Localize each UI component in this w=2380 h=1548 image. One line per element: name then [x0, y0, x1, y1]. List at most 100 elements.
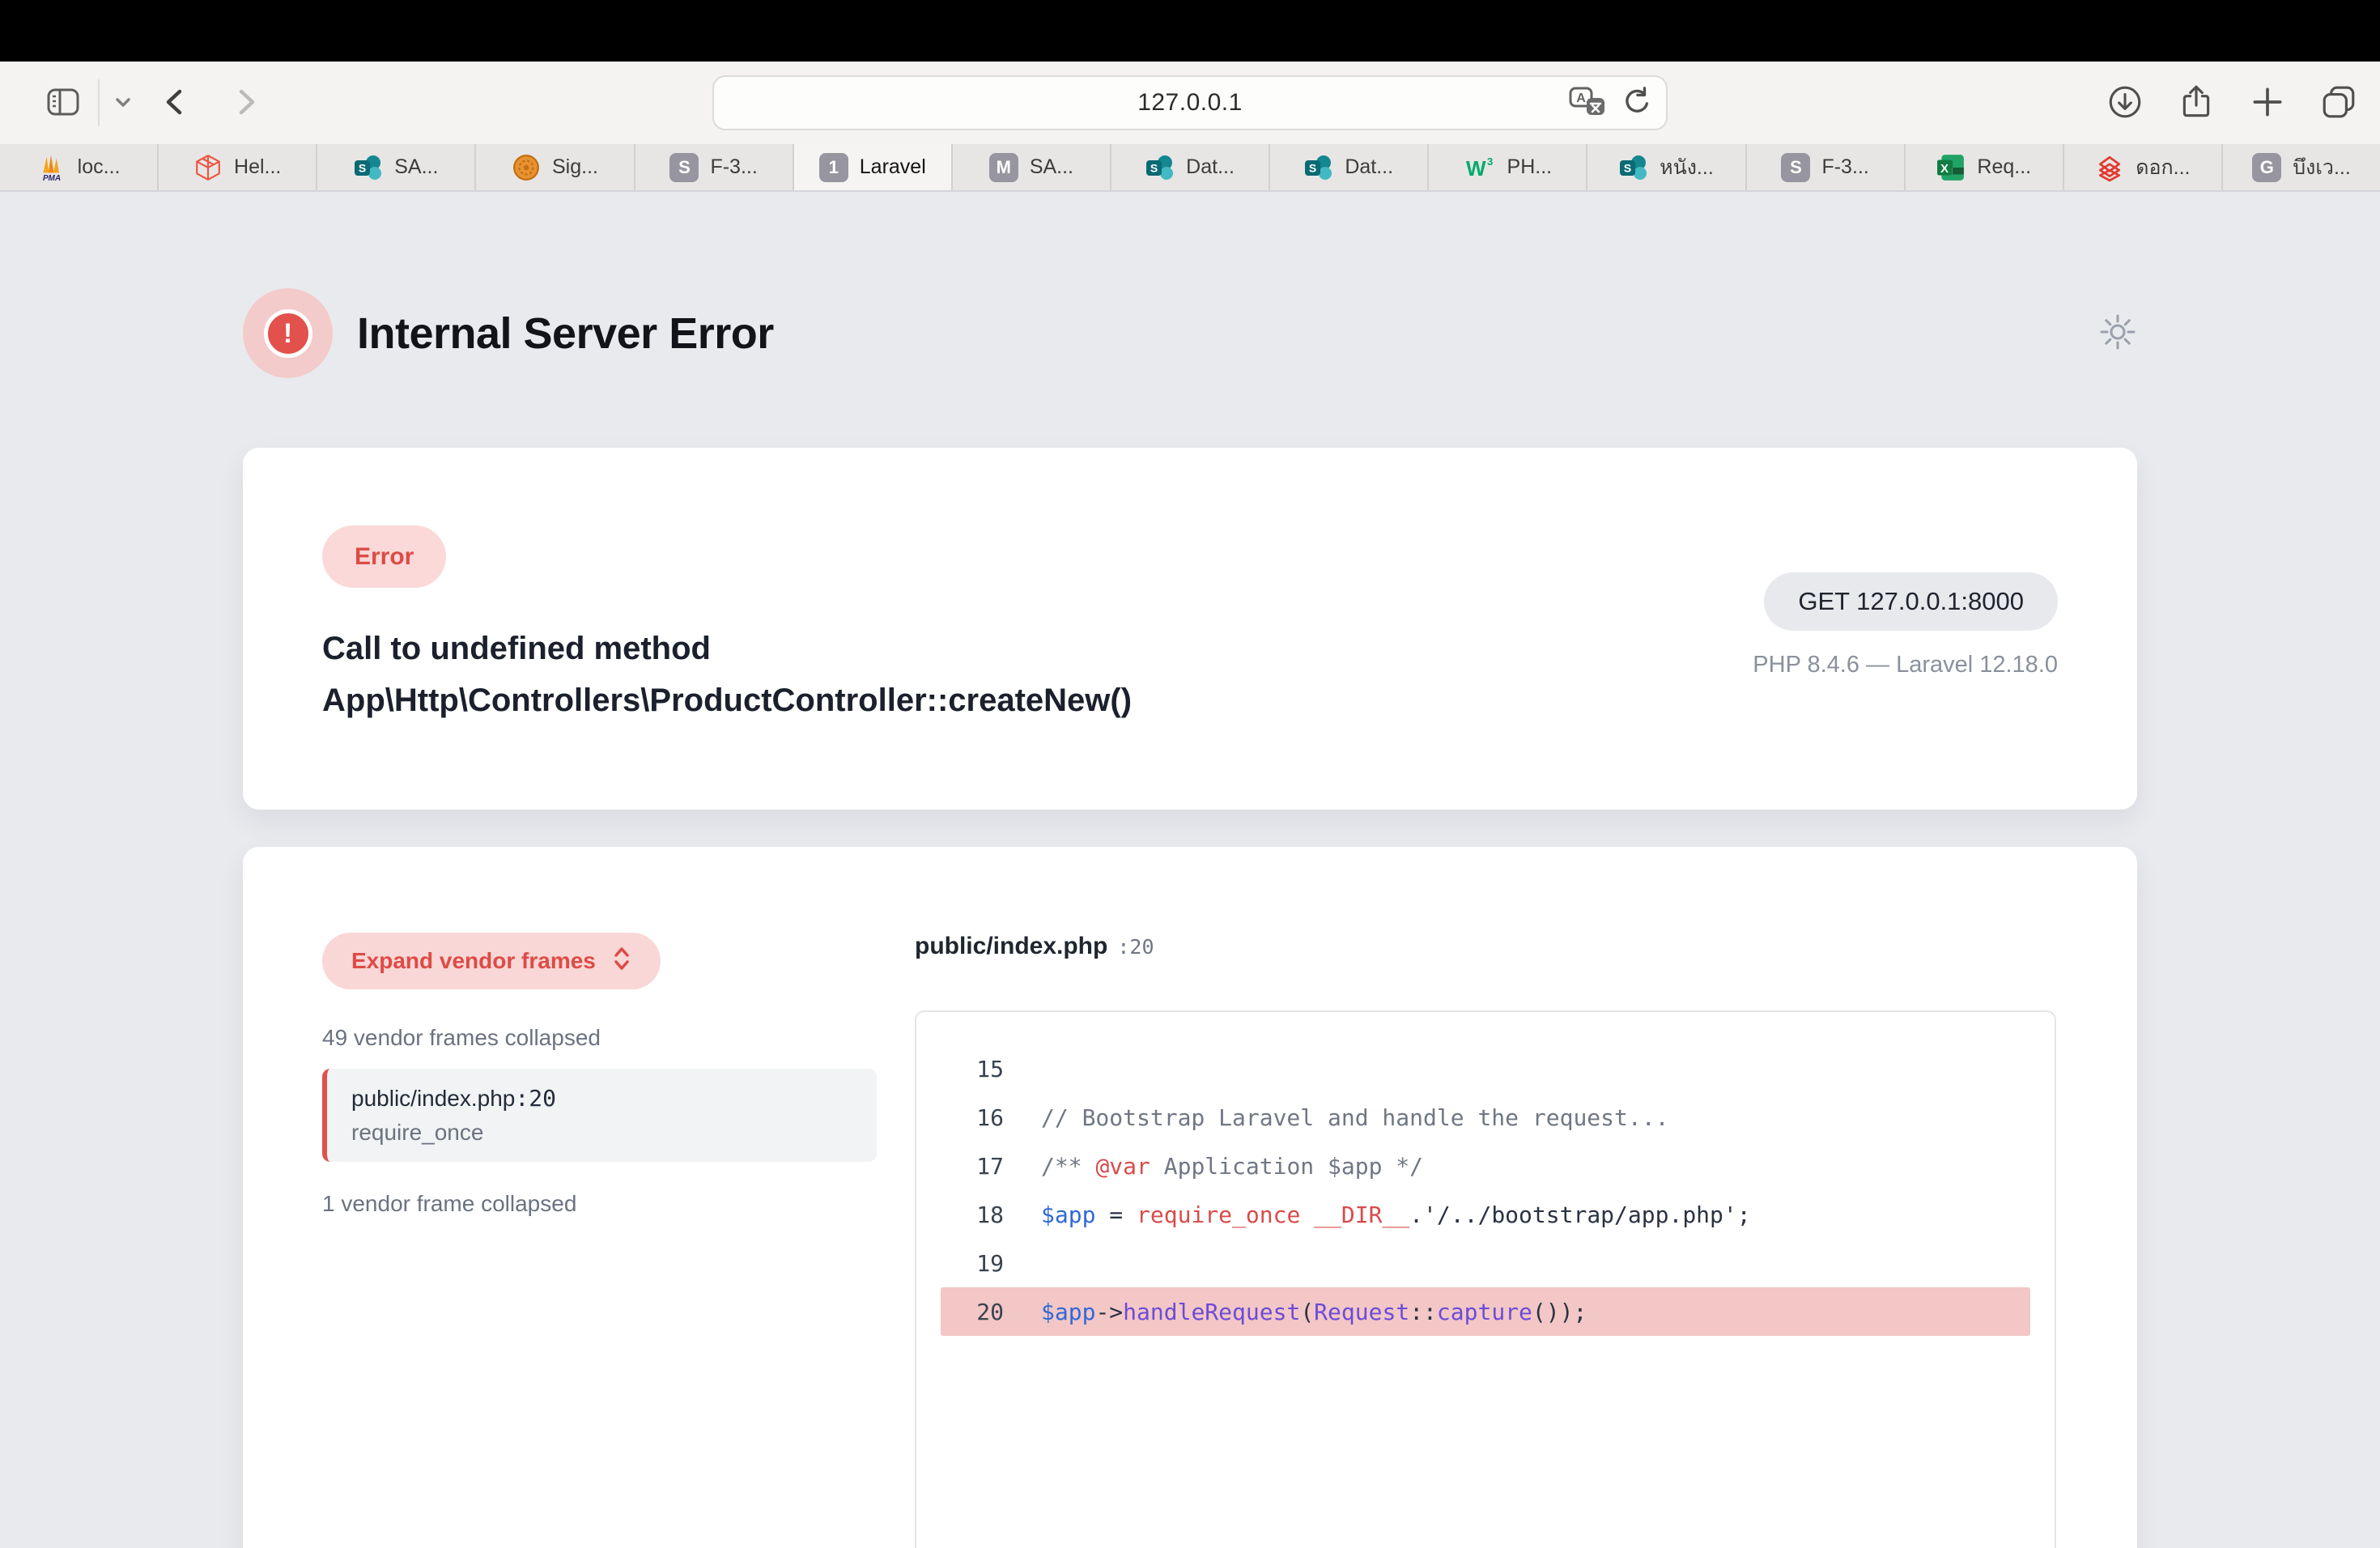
code-file-name: public/index.php	[915, 933, 1107, 959]
toolbar-right-group	[2106, 62, 2357, 144]
frame-line-number: :20	[515, 1085, 556, 1112]
tab-strip: PMA loc... Hel... S SA... Sig... S F-3... 1Larav…	[0, 144, 2380, 192]
request-meta: GET 127.0.0.1:8000 PHP 8.4.6 — Laravel 1…	[1753, 572, 2058, 810]
code-text: /** @var Application $app */	[1041, 1153, 1423, 1180]
tab-sa[interactable]: MSA...	[953, 144, 1111, 190]
forward-button[interactable]	[227, 84, 263, 122]
tab-label: Sig...	[552, 155, 598, 179]
svg-text:PMA: PMA	[43, 173, 61, 181]
tab-dat[interactable]: SDat...	[1111, 144, 1270, 190]
stack-frame-item[interactable]: public/index.php:20 require_once	[322, 1069, 877, 1162]
svg-text:S: S	[1150, 161, 1158, 174]
sun-icon	[2098, 313, 2137, 354]
url-text: 127.0.0.1	[1137, 89, 1243, 117]
tab-บึงเว[interactable]: Gบึงเว...	[2223, 144, 2380, 190]
tab-หนัง[interactable]: Sหนัง...	[1587, 144, 1746, 190]
tab-label: SA...	[1030, 155, 1073, 179]
tab-hel[interactable]: Hel...	[159, 144, 317, 190]
chevron-up-down-icon	[612, 945, 631, 978]
tab-loc[interactable]: PMA loc...	[0, 144, 159, 190]
tab-label: หนัง...	[1660, 151, 1714, 184]
sigma-icon	[512, 153, 541, 182]
tab-req[interactable]: X Req...	[1906, 144, 2064, 190]
tab-laravel[interactable]: 1Laravel	[794, 144, 953, 190]
sidebar-toggle-button[interactable]	[45, 83, 82, 123]
tab-ดอก[interactable]: ดอก...	[2064, 144, 2223, 190]
tab-overview-button[interactable]	[2320, 83, 2357, 123]
error-summary-card: Error Call to undefined method App\Http\…	[243, 448, 2137, 810]
tab-label: Dat...	[1345, 155, 1393, 179]
sharepoint-icon: S	[354, 153, 383, 182]
code-file-line: :20	[1117, 935, 1154, 959]
forward-icon	[227, 84, 263, 122]
svg-text:W: W	[1466, 156, 1486, 181]
tab-f3[interactable]: S F-3...	[635, 144, 794, 190]
share-button[interactable]	[2178, 83, 2215, 123]
expand-button-label: Expand vendor frames	[351, 948, 596, 974]
frame-file: public/index.php:20	[351, 1085, 852, 1112]
expand-vendor-frames-button[interactable]: Expand vendor frames	[322, 933, 661, 989]
line-number: 15	[941, 1056, 1004, 1082]
tab-label: Req...	[1977, 155, 2031, 179]
code-snippet-box: 15 16// Bootstrap Laravel and handle the …	[915, 1010, 2056, 1548]
vendor-frames-collapsed-above: 49 vendor frames collapsed	[322, 1025, 877, 1051]
tab-label: Laravel	[860, 155, 926, 179]
error-alert-icon: !	[243, 288, 333, 378]
error-page: ! Internal Server Error	[0, 192, 2380, 1548]
code-text: $app = require_once __DIR__.'/../bootstr…	[1041, 1201, 1751, 1228]
tab-label: Hel...	[234, 155, 281, 179]
browser-toolbar: 127.0.0.1 A	[0, 62, 2380, 144]
sidebar-menu-button[interactable]	[113, 91, 134, 115]
line-number: 18	[941, 1201, 1004, 1228]
tab-label: loc...	[78, 155, 121, 179]
chevron-down-icon	[113, 91, 134, 115]
downloads-button[interactable]	[2106, 83, 2144, 123]
tab-dat[interactable]: S Dat...	[1270, 144, 1429, 190]
new-tab-button[interactable]	[2249, 83, 2286, 123]
code-line-16: 16// Bootstrap Laravel and handle the re…	[941, 1093, 2030, 1142]
code-line-17: 17/** @var Application $app */	[941, 1142, 2030, 1190]
sidebar-icon	[45, 83, 82, 123]
svg-text:S: S	[359, 161, 366, 174]
exception-message-line2: App\Http\Controllers\ProductController::…	[322, 674, 1132, 726]
tab-sig[interactable]: Sig...	[476, 144, 635, 190]
nav-group	[45, 79, 263, 126]
tab-overview-icon	[2320, 83, 2357, 123]
line-number: 19	[941, 1250, 1004, 1277]
svg-text:3: 3	[1487, 155, 1493, 168]
tab-label: ดอก...	[2136, 151, 2190, 184]
theme-toggle-button[interactable]	[2098, 313, 2137, 354]
phpmyadmin-icon: PMA	[37, 153, 66, 182]
code-column: public/index.php :20 15 16// Bootstrap Lar…	[915, 933, 2056, 1548]
line-number: 20	[941, 1299, 1004, 1325]
code-file-header: public/index.php :20	[915, 933, 2056, 960]
tab-label: F-3...	[1821, 155, 1868, 179]
page-title: Internal Server Error	[357, 308, 774, 359]
tab-label: SA...	[394, 155, 438, 179]
tab-f3[interactable]: S F-3...	[1747, 144, 1906, 190]
exception-message-line1: Call to undefined method	[322, 623, 1132, 674]
line-number: 16	[941, 1104, 1004, 1131]
translate-button[interactable]: A	[1569, 86, 1606, 121]
tab-sa[interactable]: S SA...	[317, 144, 476, 190]
stack-trace-card: Expand vendor frames 49 vendor frames co…	[243, 847, 2137, 1548]
back-button[interactable]	[158, 84, 193, 122]
error-badge: Error	[322, 525, 446, 588]
code-text: $app->handleRequest(Request::capture());	[1041, 1299, 1587, 1325]
tab-ph[interactable]: W3PH...	[1429, 144, 1587, 190]
share-icon	[2178, 83, 2215, 123]
letter-tile-icon: S	[669, 153, 699, 182]
error-summary-left: Error Call to undefined method App\Http\…	[322, 525, 1132, 810]
svg-text:X: X	[1941, 162, 1949, 175]
address-bar[interactable]: 127.0.0.1 A	[712, 75, 1668, 130]
code-line-18: 18 $app = require_once __DIR__.'/../boots…	[941, 1190, 2030, 1239]
tab-label: F-3...	[710, 155, 757, 179]
sharepoint-icon: S	[1304, 153, 1333, 182]
code-line-15: 15	[941, 1044, 2030, 1093]
download-icon	[2106, 83, 2144, 123]
exclamation-icon: !	[264, 309, 312, 358]
back-icon	[158, 84, 193, 122]
letter-tile-icon: S	[1781, 153, 1810, 182]
plus-icon	[2249, 83, 2286, 123]
reload-button[interactable]	[1619, 85, 1653, 121]
